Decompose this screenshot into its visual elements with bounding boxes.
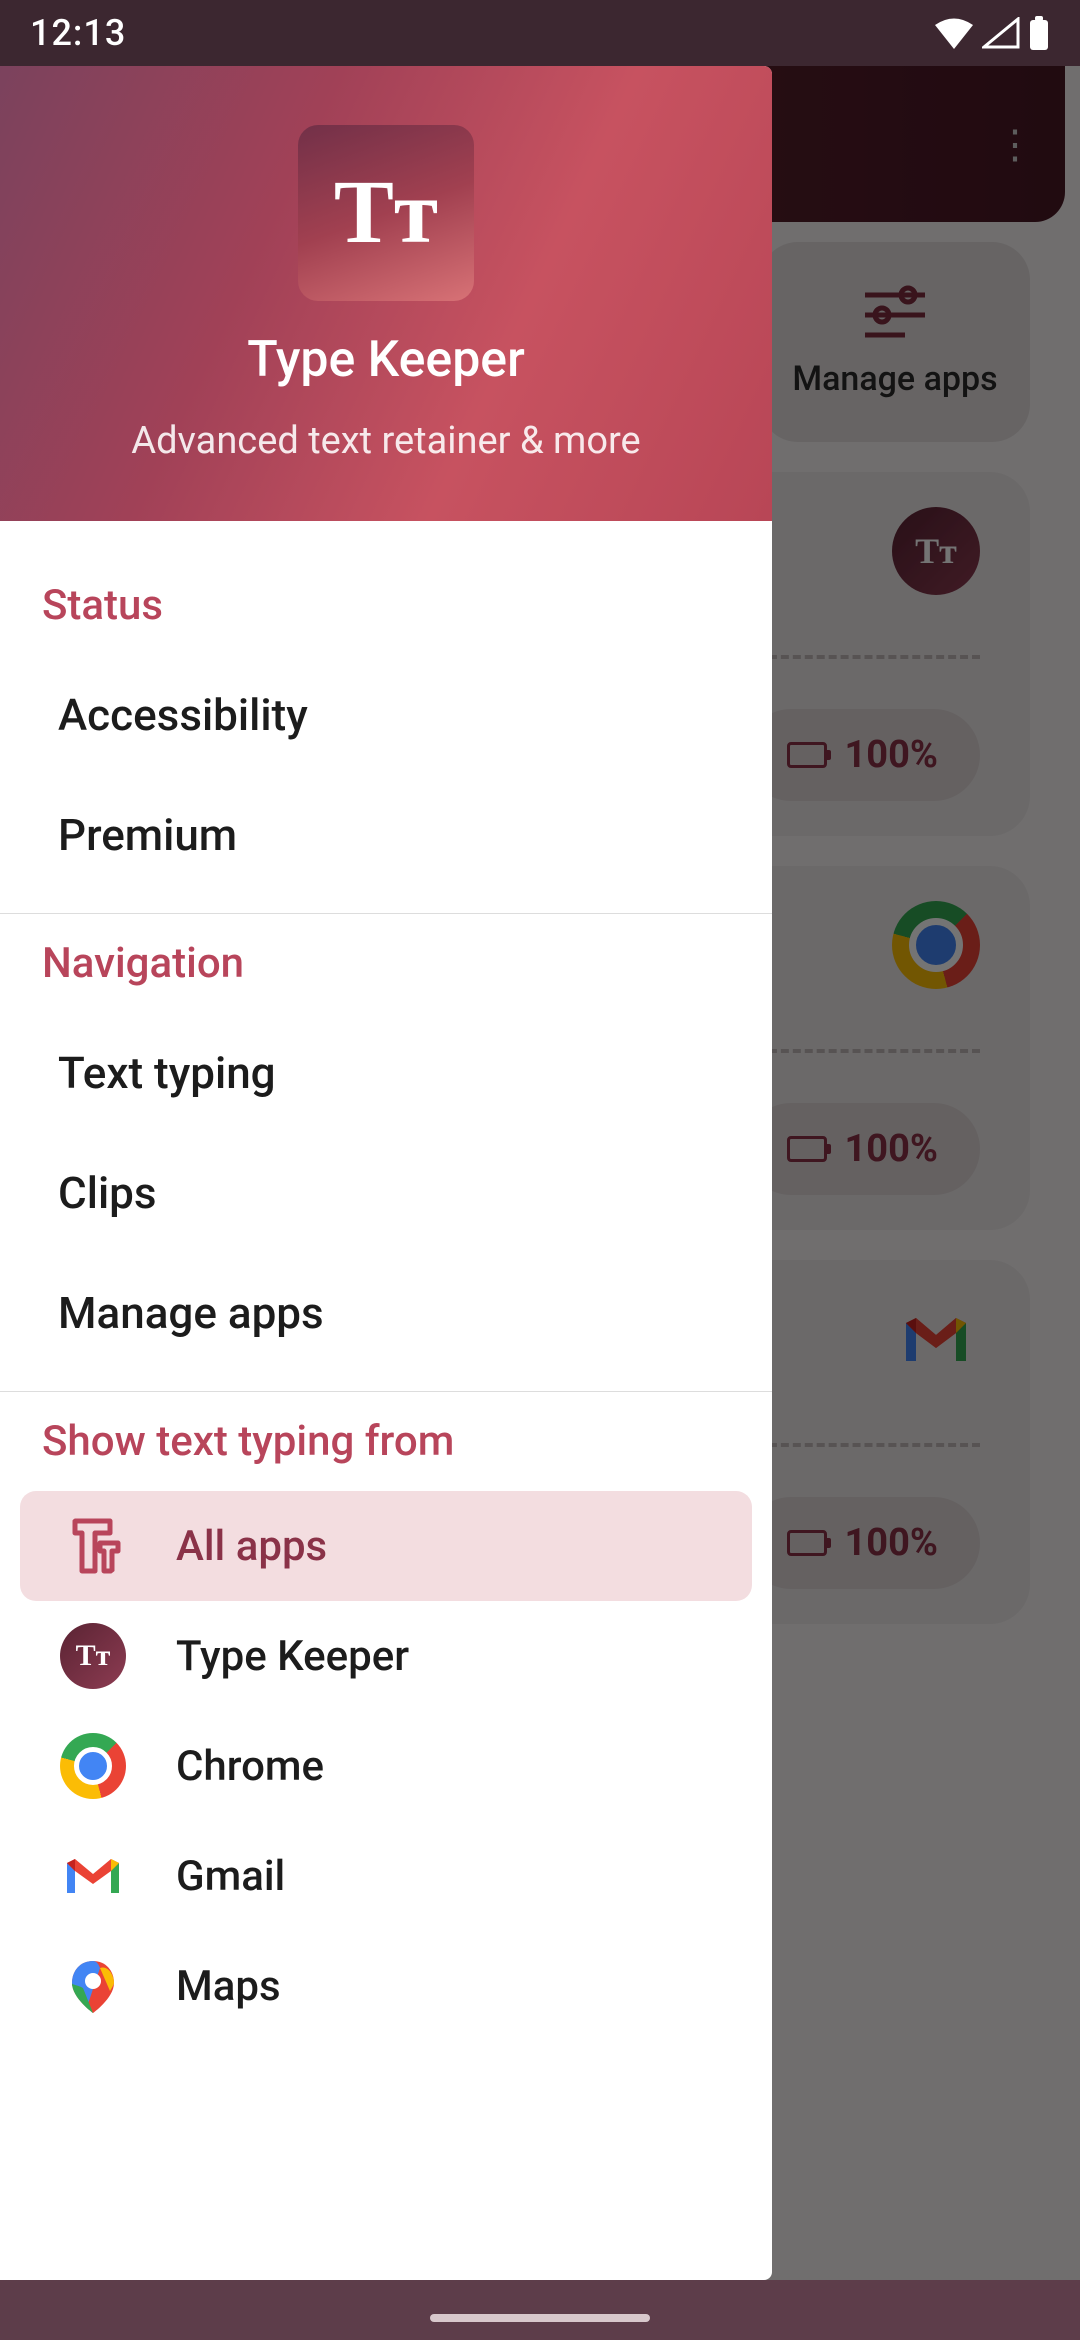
navigation-drawer: Tᴛ Type Keeper Advanced text retainer & … (0, 66, 772, 2280)
section-header-apps: Show text typing from (0, 1392, 772, 1491)
drawer-header: Tᴛ Type Keeper Advanced text retainer & … (0, 66, 772, 521)
menu-item-clips[interactable]: Clips (0, 1133, 772, 1253)
wifi-icon (934, 17, 974, 49)
app-logo: Tᴛ (298, 125, 474, 301)
app-filter-type-keeper[interactable]: Tᴛ Type Keeper (20, 1601, 752, 1711)
nav-indicator[interactable] (430, 2314, 650, 2322)
logo-text: Tᴛ (334, 161, 438, 264)
section-header-status: Status (0, 556, 772, 655)
gmail-icon (60, 1843, 126, 1909)
signal-icon (982, 17, 1020, 49)
app-filter-gmail[interactable]: Gmail (20, 1821, 752, 1931)
menu-item-accessibility[interactable]: Accessibility (0, 655, 772, 775)
menu-item-manage-apps[interactable]: Manage apps (0, 1253, 772, 1373)
app-filter-maps[interactable]: Maps (20, 1931, 752, 2041)
app-filter-label: Type Keeper (176, 1632, 409, 1681)
app-filter-label: Gmail (176, 1852, 285, 1901)
type-keeper-icon: Tᴛ (60, 1623, 126, 1689)
menu-item-text-typing[interactable]: Text typing (0, 1013, 772, 1133)
app-filter-all-apps[interactable]: All apps (20, 1491, 752, 1601)
battery-icon (1028, 15, 1050, 51)
app-subtitle: Advanced text retainer & more (131, 419, 640, 463)
maps-icon (60, 1953, 126, 2019)
app-title: Type Keeper (247, 331, 525, 389)
chrome-icon (60, 1733, 126, 1799)
app-filter-label: Chrome (176, 1742, 324, 1791)
app-filter-chrome[interactable]: Chrome (20, 1711, 752, 1821)
app-filter-label: All apps (176, 1522, 327, 1571)
status-time: 12:13 (30, 12, 126, 54)
menu-item-premium[interactable]: Premium (0, 775, 772, 895)
system-nav-bar (0, 2280, 1080, 2340)
status-icons (934, 15, 1050, 51)
status-bar: 12:13 (0, 0, 1080, 66)
all-apps-icon (60, 1513, 126, 1579)
app-filter-label: Maps (176, 1962, 281, 2011)
section-header-navigation: Navigation (0, 914, 772, 1013)
